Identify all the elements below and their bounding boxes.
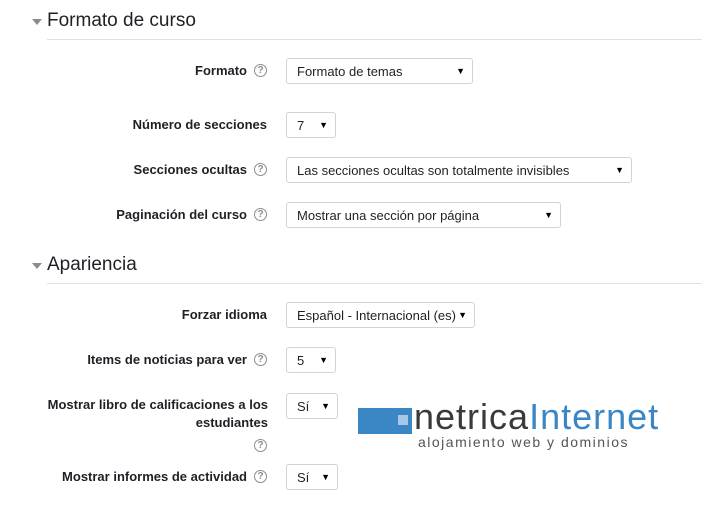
logo-brand-part1: netrica [414,396,530,437]
help-circle-icon[interactable]: ? [254,353,267,366]
help-circle-icon[interactable]: ? [254,163,267,176]
dropdown-arrow-icon: ▼ [456,66,465,76]
select-value: Las secciones ocultas son totalmente inv… [297,162,570,178]
select-value: Español - Internacional (es) [297,307,456,323]
help-circle-icon[interactable]: ? [254,64,267,77]
logo-brand: netricaInternet [414,396,659,438]
field-label: Mostrar libro de calificaciones a los es… [48,396,268,432]
section-title: Formato de curso [47,10,196,31]
caret-down-icon[interactable] [32,19,42,25]
libro-calificaciones-select[interactable]: Sí ▼ [286,393,338,419]
paginacion-select[interactable]: Mostrar una sección por página ▼ [286,202,561,228]
dropdown-arrow-icon: ▼ [458,310,467,320]
select-value: Sí [297,469,310,485]
items-noticias-select[interactable]: 5 ▼ [286,347,336,373]
section-title: Apariencia [47,254,137,275]
dropdown-arrow-icon: ▼ [544,210,553,220]
select-value: 7 [297,117,305,133]
dropdown-arrow-icon: ▼ [321,401,330,411]
field-row-informes-actividad: Mostrar informes de actividad ? Sí ▼ [0,464,702,490]
dropdown-arrow-icon: ▼ [319,120,328,130]
field-label: Mostrar informes de actividad [62,469,247,484]
field-label: Paginación del curso [116,207,247,222]
select-value: Sí [297,398,310,414]
section-header-formato[interactable]: Formato de curso [32,10,196,32]
help-circle-icon[interactable]: ? [254,439,267,452]
section-header-apariencia[interactable]: Apariencia [32,254,137,276]
select-value: Formato de temas [297,63,403,79]
field-row-numero-secciones: Número de secciones 7 ▼ [0,112,702,138]
logo-brand-part2: Internet [529,396,660,437]
field-label: Items de noticias para ver [87,352,247,367]
field-row-secciones-ocultas: Secciones ocultas ? Las secciones oculta… [0,157,702,183]
numero-secciones-select[interactable]: 7 ▼ [286,112,336,138]
field-label-line1: Mostrar libro de calificaciones a los [47,397,268,412]
forzar-idioma-select[interactable]: Español - Internacional (es) ▼ [286,302,475,328]
field-label: Forzar idioma [181,307,267,322]
help-circle-icon[interactable]: ? [254,470,267,483]
section-divider [47,39,702,40]
field-row-formato: Formato ? Formato de temas ▼ [0,58,702,84]
informes-actividad-select[interactable]: Sí ▼ [286,464,338,490]
netrica-watermark-logo: netricaInternet alojamiento web y domini… [358,396,698,456]
dropdown-arrow-icon: ▼ [321,472,330,482]
section-divider [47,283,702,284]
field-label: Secciones ocultas [133,162,247,177]
field-row-items-noticias: Items de noticias para ver ? 5 ▼ [0,347,702,373]
formato-select[interactable]: Formato de temas ▼ [286,58,473,84]
field-row-forzar-idioma: Forzar idioma Español - Internacional (e… [0,302,702,328]
select-value: Mostrar una sección por página [297,207,480,223]
dropdown-arrow-icon: ▼ [319,355,328,365]
field-label-line2: estudiantes [195,415,268,430]
field-row-paginacion: Paginación del curso ? Mostrar una secci… [0,202,702,228]
logo-bar-icon [358,408,412,434]
secciones-ocultas-select[interactable]: Las secciones ocultas son totalmente inv… [286,157,632,183]
logo-tagline: alojamiento web y dominios [418,434,629,450]
dropdown-arrow-icon: ▼ [615,165,624,175]
select-value: 5 [297,352,305,368]
field-label: Número de secciones [132,117,267,132]
field-label: Formato [195,63,247,78]
caret-down-icon[interactable] [32,263,42,269]
help-circle-icon[interactable]: ? [254,208,267,221]
